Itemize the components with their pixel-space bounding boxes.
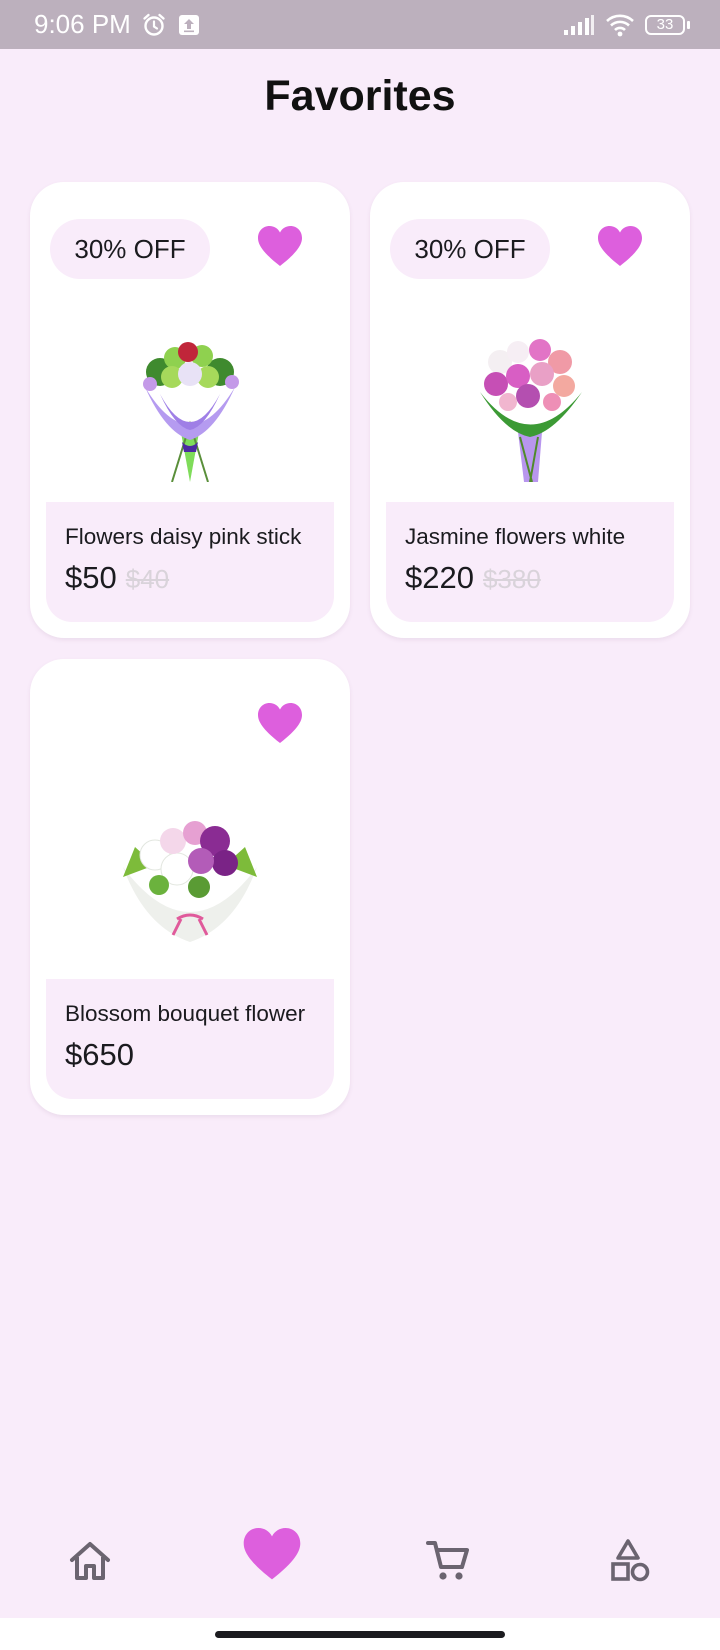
status-bar: 9:06 PM 33	[0, 0, 720, 49]
price-row: $220 $380	[405, 560, 674, 596]
price-row: $50 $40	[65, 560, 334, 596]
product-info: Jasmine flowers white $220 $380	[386, 502, 674, 622]
favorite-heart-icon[interactable]	[258, 703, 302, 745]
product-card[interactable]: 30% OFF Flowers daisy pink stick $50 $40	[30, 182, 350, 638]
product-image	[115, 807, 265, 957]
favorite-heart-icon[interactable]	[258, 226, 302, 268]
product-card[interactable]: Blossom bouquet flower $650	[30, 659, 350, 1115]
heart-icon[interactable]	[227, 1510, 317, 1600]
discount-badge: 30% OFF	[390, 219, 550, 279]
product-price: $50	[65, 560, 117, 595]
home-bar[interactable]	[215, 1631, 505, 1638]
price-row: $650	[65, 1037, 334, 1073]
favorite-heart-icon[interactable]	[598, 226, 642, 268]
alarm-icon	[141, 12, 167, 38]
product-old-price: $380	[482, 564, 541, 594]
battery-icon: 33	[645, 14, 690, 35]
product-card[interactable]: 30% OFF Jasmine flowers white $220 $380	[370, 182, 690, 638]
status-time: 9:06 PM	[34, 9, 131, 39]
wifi-icon	[605, 13, 635, 37]
product-info: Flowers daisy pink stick $50 $40	[46, 502, 334, 622]
home-icon[interactable]	[45, 1516, 135, 1606]
product-image	[460, 332, 600, 483]
discount-badge: 30% OFF	[50, 219, 210, 279]
page-title: Favorites	[264, 72, 456, 120]
battery-tip	[687, 20, 690, 29]
product-old-price: $40	[125, 564, 170, 594]
battery-level: 33	[645, 14, 685, 35]
product-price: $650	[65, 1037, 134, 1072]
product-name: Blossom bouquet flower	[65, 1001, 306, 1026]
bottom-nav	[0, 1500, 720, 1620]
categories-icon[interactable]	[585, 1516, 675, 1606]
status-right: 33	[563, 13, 690, 37]
product-name: Flowers daisy pink stick	[65, 524, 302, 549]
home-indicator	[0, 1618, 720, 1650]
cart-icon[interactable]	[403, 1516, 493, 1606]
product-info: Blossom bouquet flower $650	[46, 979, 334, 1099]
product-name: Jasmine flowers white	[405, 524, 626, 549]
upload-icon	[177, 13, 201, 37]
signal-icon	[563, 14, 595, 36]
product-image	[120, 332, 260, 483]
status-left: 9:06 PM	[34, 9, 201, 40]
product-price: $220	[405, 560, 474, 595]
